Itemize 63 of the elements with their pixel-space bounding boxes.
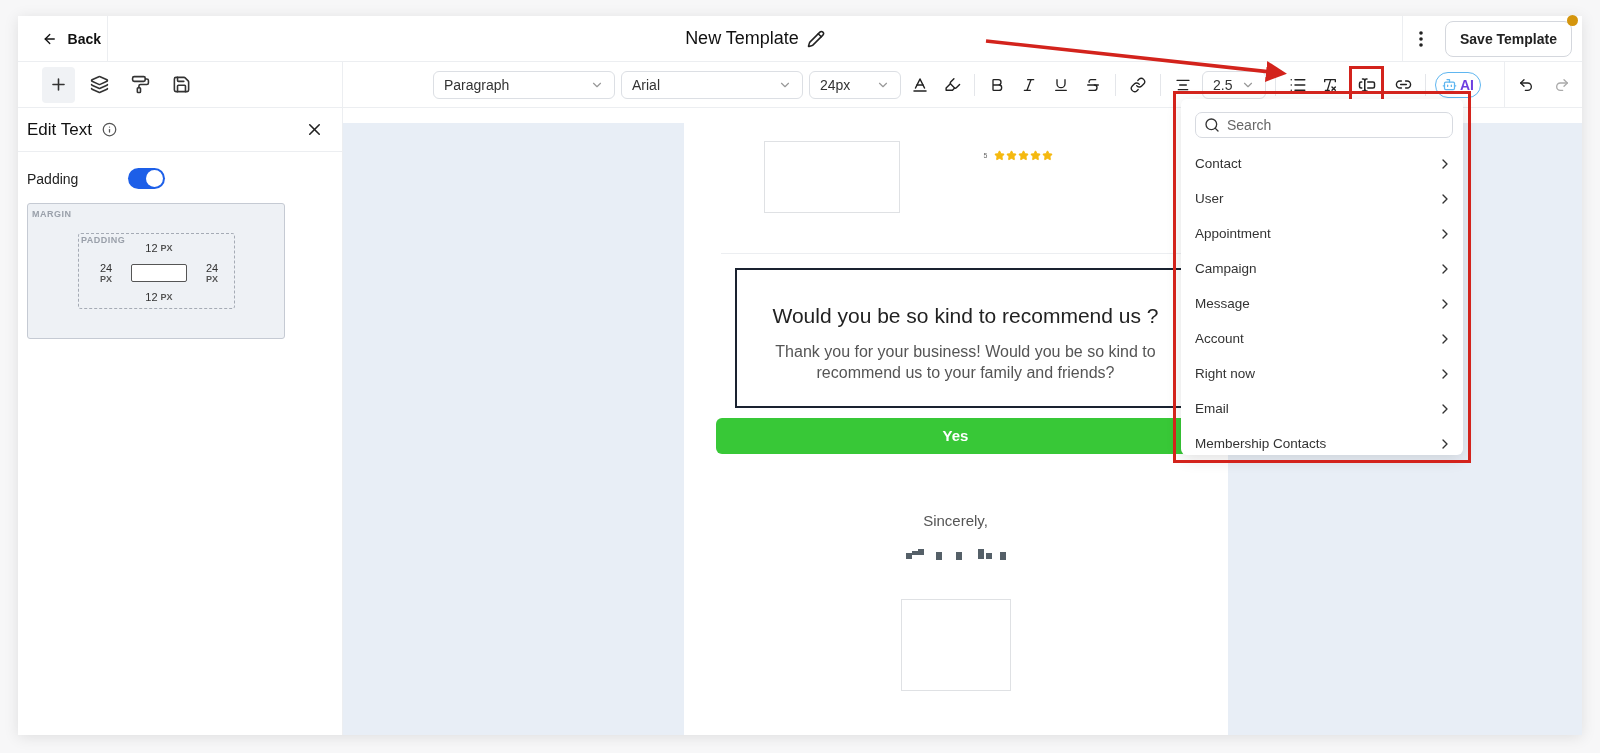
padding-label: Padding [27, 170, 79, 187]
italic-icon [1021, 76, 1037, 93]
line-height-dropdown[interactable]: 2.5 [1202, 70, 1266, 99]
layers-icon [90, 75, 109, 94]
info-icon [101, 122, 117, 137]
padding-toggle[interactable] [128, 168, 166, 189]
star-icon [1042, 149, 1054, 161]
more-icon [1419, 30, 1423, 47]
unit-label: PX [160, 292, 173, 302]
strikethrough-icon [1085, 76, 1101, 93]
unit-label: PX [100, 274, 112, 285]
pencil-icon [806, 29, 825, 48]
save-icon [172, 75, 191, 94]
menu-item[interactable]: Contact [1195, 146, 1453, 181]
block-type-dropdown[interactable]: Paragraph [433, 70, 615, 99]
search-icon [1204, 117, 1220, 133]
template-title: New Template [685, 28, 799, 49]
menu-item[interactable]: Account [1195, 321, 1453, 356]
font-dropdown[interactable]: Arial [621, 70, 803, 99]
menu-item[interactable]: Appointment [1195, 216, 1453, 251]
search-field[interactable]: Search [1195, 112, 1453, 138]
add-tool[interactable] [42, 66, 75, 103]
notification-dot [1567, 14, 1578, 26]
link-icon [1130, 76, 1146, 93]
star-icon [1006, 149, 1018, 161]
back-button[interactable]: Back [18, 16, 108, 61]
closing-text: Sincerely, [923, 511, 988, 529]
padding-label: PADDING [81, 235, 127, 247]
text-cursor-icon [1357, 75, 1376, 94]
underline-icon [1053, 76, 1069, 93]
content-box [131, 264, 187, 282]
margin-label: MARGIN [32, 209, 73, 219]
plus-icon [49, 75, 68, 94]
edit-title-button[interactable] [806, 29, 825, 48]
unit-label: PX [206, 274, 218, 285]
padding-top-value[interactable]: 12 [145, 242, 158, 254]
menu-item[interactable]: Membership Contacts [1195, 426, 1453, 455]
email-heading: Would you be so kind to recommend us ? [772, 304, 1159, 328]
menu-item[interactable]: Message [1195, 286, 1453, 321]
email-body: Thank you for your business! Would you be so kind to recommend us to your family and friends? [774, 342, 1157, 383]
padding-bottom-value[interactable]: 12 [145, 291, 158, 303]
padding-left-value[interactable]: 24 [99, 261, 113, 275]
unit-label: PX [160, 243, 173, 253]
panel-title: Edit Text [27, 119, 92, 140]
save-template-button[interactable]: Save Template [1445, 20, 1572, 57]
menu-item[interactable]: Email [1195, 391, 1453, 426]
font-size-dropdown[interactable]: 24px [809, 70, 901, 99]
menu-item[interactable]: Campaign [1195, 251, 1453, 286]
highlighter-icon [943, 76, 961, 93]
bold-icon [989, 76, 1005, 93]
more-options-button[interactable] [1419, 30, 1423, 47]
menu-item[interactable]: Right now [1195, 356, 1453, 391]
redo-icon [1553, 76, 1570, 93]
star-icon [1018, 149, 1030, 161]
padding-right-value[interactable]: 24 [205, 261, 219, 275]
star-icon [1030, 149, 1042, 161]
clear-format-icon [1322, 76, 1338, 93]
menu-item[interactable]: User [1195, 181, 1453, 216]
undo-icon [1517, 76, 1534, 93]
robot-icon [1442, 77, 1457, 92]
star-icon [994, 149, 1006, 161]
paint-roller-icon [131, 75, 150, 94]
text-color-icon [911, 75, 929, 94]
